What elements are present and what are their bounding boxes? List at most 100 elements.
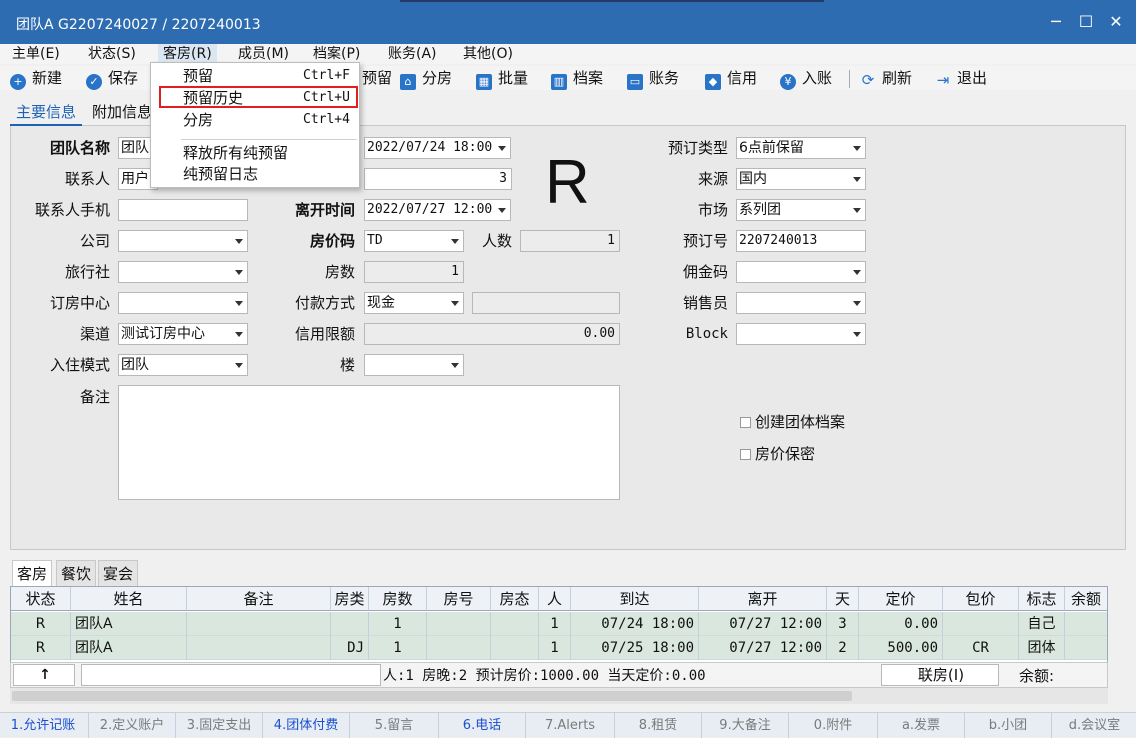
status-allow-posting[interactable]: 1.允许记账 (0, 717, 86, 735)
split-room-button[interactable]: ⌂ 分房 (400, 68, 452, 90)
col-header-remark[interactable]: 备注 (187, 587, 331, 611)
status-meeting-room[interactable]: d.会议室 (1053, 717, 1136, 735)
col-header-rooms[interactable]: 房数 (369, 587, 427, 611)
nights-input[interactable]: 3 (364, 168, 512, 190)
save-button[interactable]: ✓ 保存 (86, 68, 138, 90)
menu-item-split-room[interactable]: 分房 Ctrl+4 (151, 110, 359, 130)
rate-confidential-checkbox[interactable]: 房价保密 (740, 444, 815, 464)
reserve-button[interactable]: 预留 (362, 68, 392, 88)
account-button[interactable]: ▭ 账务 (627, 68, 679, 90)
contact-phone-input[interactable] (118, 199, 248, 221)
menu-main[interactable]: 主单(E) (12, 44, 60, 64)
cell-balance (1065, 612, 1107, 636)
status-attachment[interactable]: 0.附件 (790, 717, 876, 735)
new-button[interactable]: + 新建 (10, 68, 62, 90)
profile-label: 档案 (573, 69, 604, 87)
credit-button[interactable]: ◆ 信用 (705, 68, 757, 90)
building-select[interactable] (364, 354, 464, 376)
col-header-departure[interactable]: 离开 (699, 587, 827, 611)
chevron-down-icon (498, 146, 506, 151)
close-icon[interactable]: ✕ (1106, 12, 1126, 32)
tab-extra-info[interactable]: 附加信息 (86, 100, 158, 126)
table-row[interactable]: R 团队A DJ 1 1 07/25 18:00 07/27 12:00 2 5… (11, 636, 1107, 660)
status-alerts[interactable]: 7.Alerts (527, 717, 613, 735)
menu-item-reserve-log[interactable]: 纯预留日志 (151, 164, 359, 184)
menu-item-label: 释放所有纯预留 (183, 144, 289, 162)
cell-package: CR (943, 636, 1019, 660)
remark-textarea[interactable] (118, 385, 620, 500)
menu-status[interactable]: 状态(S) (88, 44, 136, 64)
col-header-persons[interactable]: 人 (539, 587, 571, 611)
booking-center-select[interactable] (118, 292, 248, 314)
col-header-room-status[interactable]: 房态 (491, 587, 539, 611)
booking-no-input[interactable]: 2207240013 (736, 230, 866, 252)
col-header-flag[interactable]: 标志 (1019, 587, 1065, 611)
tab-rooms[interactable]: 客房 (12, 560, 53, 586)
block-select[interactable] (736, 323, 866, 345)
rate-code-label: 房价码 (309, 232, 355, 250)
booking-type-select[interactable]: 6点前保留 (736, 137, 866, 159)
menu-members[interactable]: 成员(M) (238, 44, 289, 64)
menu-other[interactable]: 其他(O) (463, 44, 513, 64)
status-message[interactable]: 5.留言 (351, 717, 437, 735)
rooms-input[interactable]: 1 (364, 261, 464, 283)
rate-code-select[interactable]: TD (364, 230, 464, 252)
footer-input[interactable] (81, 664, 381, 686)
sales-select[interactable] (736, 292, 866, 314)
commission-select[interactable] (736, 261, 866, 283)
market-select[interactable]: 系列团 (736, 199, 866, 221)
menu-rooms[interactable]: 客房(R) (158, 44, 217, 64)
payment-select[interactable]: 现金 (364, 292, 464, 314)
create-profile-checkbox[interactable]: 创建团体档案 (740, 412, 845, 432)
agency-select[interactable] (118, 261, 248, 283)
col-header-room-no[interactable]: 房号 (427, 587, 491, 611)
tab-main-info[interactable]: 主要信息 (10, 100, 83, 126)
checkin-mode-value: 团队 (121, 357, 149, 373)
horizontal-scrollbar[interactable] (10, 688, 1108, 704)
col-header-package[interactable]: 包价 (943, 587, 1019, 611)
credit-limit-input[interactable]: 0.00 (364, 323, 620, 345)
status-define-account[interactable]: 2.定义账户 (90, 717, 174, 735)
scrollbar-thumb[interactable] (12, 691, 852, 701)
minimize-icon[interactable]: ─ (1046, 12, 1066, 32)
col-header-room-type[interactable]: 房类 (331, 587, 369, 611)
checkin-mode-select[interactable]: 团队 (118, 354, 248, 376)
col-header-rate[interactable]: 定价 (859, 587, 943, 611)
table-row[interactable]: R 团队A 1 1 07/24 18:00 07/27 12:00 3 0.00… (11, 612, 1107, 636)
profile-button[interactable]: ▥ 档案 (551, 68, 604, 90)
maximize-icon[interactable]: ☐ (1076, 12, 1096, 32)
status-group-pay[interactable]: 4.团体付费 (264, 717, 348, 735)
status-divider (262, 713, 263, 738)
status-big-remark[interactable]: 9.大备注 (703, 717, 787, 735)
col-header-balance[interactable]: 余额 (1065, 587, 1107, 611)
post-button[interactable]: ¥ 入账 (780, 68, 832, 90)
departure-datetime[interactable]: 2022/07/27 12:00 (364, 199, 511, 221)
status-subgroup[interactable]: b.小团 (966, 717, 1050, 735)
status-invoice[interactable]: a.发票 (879, 717, 963, 735)
col-header-arrival[interactable]: 到达 (571, 587, 699, 611)
batch-button[interactable]: ▦ 批量 (476, 68, 528, 90)
menu-profile[interactable]: 档案(P) (313, 44, 360, 64)
col-header-days[interactable]: 天 (827, 587, 859, 611)
payment-extra-input[interactable] (472, 292, 620, 314)
refresh-button[interactable]: ⟳ 刷新 (860, 68, 912, 88)
source-select[interactable]: 国内 (736, 168, 866, 190)
tab-dining[interactable]: 餐饮 (56, 560, 97, 586)
col-header-status[interactable]: 状态 (11, 587, 71, 611)
exit-button[interactable]: ⇥ 退出 (935, 68, 987, 88)
company-select[interactable] (118, 230, 248, 252)
menu-item-release-all[interactable]: 释放所有纯预留 (151, 143, 359, 163)
link-room-button[interactable]: 联房(I) (881, 664, 999, 686)
cell-rate: 0.00 (859, 612, 943, 636)
menu-item-reserve[interactable]: 预留 Ctrl+F (151, 66, 359, 86)
status-fixed-expense[interactable]: 3.固定支出 (177, 717, 261, 735)
persons-input[interactable]: 1 (520, 230, 620, 252)
channel-select[interactable]: 测试订房中心 (118, 323, 248, 345)
col-header-name[interactable]: 姓名 (71, 587, 187, 611)
arrival-datetime[interactable]: 2022/07/24 18:00 (364, 137, 511, 159)
move-up-button[interactable]: ↑ (13, 664, 75, 686)
status-lease[interactable]: 8.租赁 (616, 717, 700, 735)
menu-account[interactable]: 账务(A) (388, 44, 437, 64)
tab-banquet[interactable]: 宴会 (98, 560, 139, 586)
status-phone[interactable]: 6.电话 (440, 717, 524, 735)
